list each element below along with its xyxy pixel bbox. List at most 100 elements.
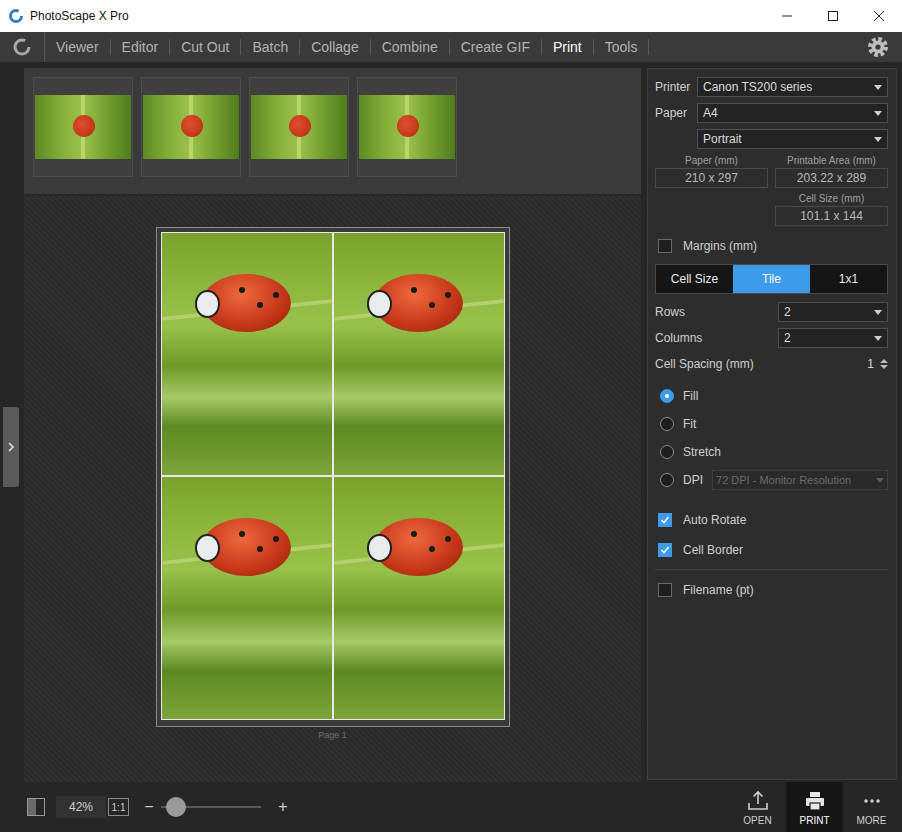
- menu-tab[interactable]: Editor: [111, 39, 171, 55]
- print-settings-panel: Printer Canon TS200 series Paper A4 Port…: [647, 68, 897, 780]
- close-button[interactable]: [856, 0, 902, 32]
- minimize-icon: [781, 10, 793, 22]
- print-icon: [803, 789, 827, 813]
- columns-label: Columns: [655, 331, 778, 345]
- printer-dropdown[interactable]: Canon TS200 series: [697, 77, 888, 97]
- cell-spacing-input[interactable]: 1: [778, 357, 888, 371]
- dropdown-arrow-icon: [874, 85, 882, 90]
- open-icon: [746, 789, 770, 813]
- slider-knob[interactable]: [166, 797, 186, 817]
- paper-dropdown[interactable]: A4: [697, 103, 888, 123]
- size-info: Paper (mm) 210 x 297 Printable Area (mm)…: [655, 155, 888, 226]
- side-panel-toggle[interactable]: [3, 407, 19, 487]
- thumbnail[interactable]: [141, 77, 241, 177]
- actual-size-button[interactable]: 1:1: [108, 798, 129, 816]
- compare-button[interactable]: [24, 795, 48, 819]
- print-preview-canvas: Page 1: [24, 196, 641, 782]
- home-logo-icon: [11, 36, 33, 58]
- menu-bar: ViewerEditorCut OutBatchCollageCombineCr…: [0, 32, 902, 62]
- menu-tab[interactable]: Cut Out: [170, 39, 241, 55]
- thumbnail[interactable]: [249, 77, 349, 177]
- compare-icon: [25, 796, 47, 818]
- dropdown-arrow-icon: [874, 111, 882, 116]
- gear-icon: [867, 36, 889, 58]
- checkbox: [658, 583, 672, 597]
- menu-tab[interactable]: Viewer: [45, 39, 111, 55]
- photo-cell: [334, 233, 504, 475]
- chevron-right-icon: [7, 441, 15, 453]
- menu-tab[interactable]: Print: [542, 39, 594, 55]
- center-column: Page 1: [24, 62, 641, 782]
- thumbnail[interactable]: [33, 77, 133, 177]
- margins-checkbox[interactable]: Margins (mm): [655, 236, 888, 256]
- paper-row: Paper A4: [655, 103, 888, 123]
- thumbnail[interactable]: [357, 77, 457, 177]
- checkbox: [658, 513, 672, 527]
- fit-options: Fill Fit Stretch DPI 72 DPI - Monitor Re…: [655, 382, 888, 494]
- rows-dropdown[interactable]: 2: [778, 302, 888, 322]
- cell-size-label: Cell Size (mm): [799, 193, 865, 204]
- more-icon: [860, 789, 884, 813]
- radio-button: [660, 417, 674, 431]
- bottom-bar: 42% 1:1 − + OPEN PRINT MORE: [0, 782, 902, 832]
- thumbnail-photo: [359, 95, 455, 159]
- thumbnail-photo: [251, 95, 347, 159]
- app-logo-icon: [8, 8, 24, 24]
- checkbox: [658, 543, 672, 557]
- columns-row: Columns 2: [655, 328, 888, 348]
- columns-dropdown[interactable]: 2: [778, 328, 888, 348]
- dpi-dropdown[interactable]: 72 DPI - Monitor Resolution: [712, 470, 888, 490]
- action-button[interactable]: OPEN: [729, 782, 786, 832]
- menu-tab[interactable]: Collage: [300, 39, 370, 55]
- maximize-button[interactable]: [810, 0, 856, 32]
- option-checkbox[interactable]: Cell Border: [655, 540, 888, 560]
- action-button[interactable]: PRINT: [786, 782, 843, 832]
- separator: [655, 569, 888, 570]
- menu-tab[interactable]: Tools: [594, 39, 650, 55]
- thumbnail-photo: [35, 95, 131, 159]
- fit-option[interactable]: Fill: [655, 382, 888, 410]
- zoom-in-button[interactable]: +: [273, 798, 293, 816]
- printer-label: Printer: [655, 80, 697, 94]
- option-checkbox[interactable]: Auto Rotate: [655, 510, 888, 530]
- photo-cell: [162, 477, 332, 719]
- dropdown-arrow-icon: [874, 137, 882, 142]
- action-button[interactable]: MORE: [843, 782, 900, 832]
- close-icon: [873, 10, 885, 22]
- print-options: Auto Rotate Cell Border: [655, 510, 888, 560]
- fit-option[interactable]: Fit: [655, 410, 888, 438]
- dropdown-arrow-icon: [874, 310, 882, 315]
- cell-spacing-row: Cell Spacing (mm) 1: [655, 354, 888, 374]
- menu-tab[interactable]: Create GIF: [450, 39, 542, 55]
- zoom-slider[interactable]: [161, 797, 261, 817]
- layout-mode-button[interactable]: Cell Size: [656, 265, 733, 293]
- minimize-button[interactable]: [764, 0, 810, 32]
- radio-button: [660, 389, 674, 403]
- printable-area-label: Printable Area (mm): [787, 155, 876, 166]
- thumbnail-strip: [24, 68, 641, 194]
- rows-row: Rows 2: [655, 302, 888, 322]
- menu-tab[interactable]: Combine: [371, 39, 450, 55]
- settings-button[interactable]: [858, 32, 898, 62]
- checkbox: [658, 239, 672, 253]
- filename-checkbox[interactable]: Filename (pt): [655, 580, 888, 600]
- fit-option[interactable]: Stretch: [655, 438, 888, 466]
- dropdown-arrow-icon: [874, 336, 882, 341]
- menu-tab[interactable]: Batch: [241, 39, 300, 55]
- home-button[interactable]: [0, 32, 45, 62]
- check-icon: [660, 545, 670, 555]
- radio-button: [660, 473, 674, 487]
- layout-mode-button[interactable]: 1x1: [810, 265, 887, 293]
- layout-mode-button[interactable]: Tile: [733, 265, 810, 293]
- orientation-dropdown[interactable]: Portrait: [697, 129, 888, 149]
- paper-label: Paper: [655, 106, 697, 120]
- workspace: Page 1 Printer Canon TS200 series Paper …: [0, 62, 902, 782]
- photo-cell: [334, 477, 504, 719]
- photo-cell: [162, 233, 332, 475]
- zoom-value[interactable]: 42%: [56, 796, 106, 818]
- fit-option[interactable]: DPI 72 DPI - Monitor Resolution: [655, 466, 888, 494]
- orientation-row: Portrait: [655, 129, 888, 149]
- spinner-arrows-icon[interactable]: [880, 359, 888, 369]
- zoom-out-button[interactable]: −: [139, 798, 159, 816]
- paper-size-label: Paper (mm): [685, 155, 738, 166]
